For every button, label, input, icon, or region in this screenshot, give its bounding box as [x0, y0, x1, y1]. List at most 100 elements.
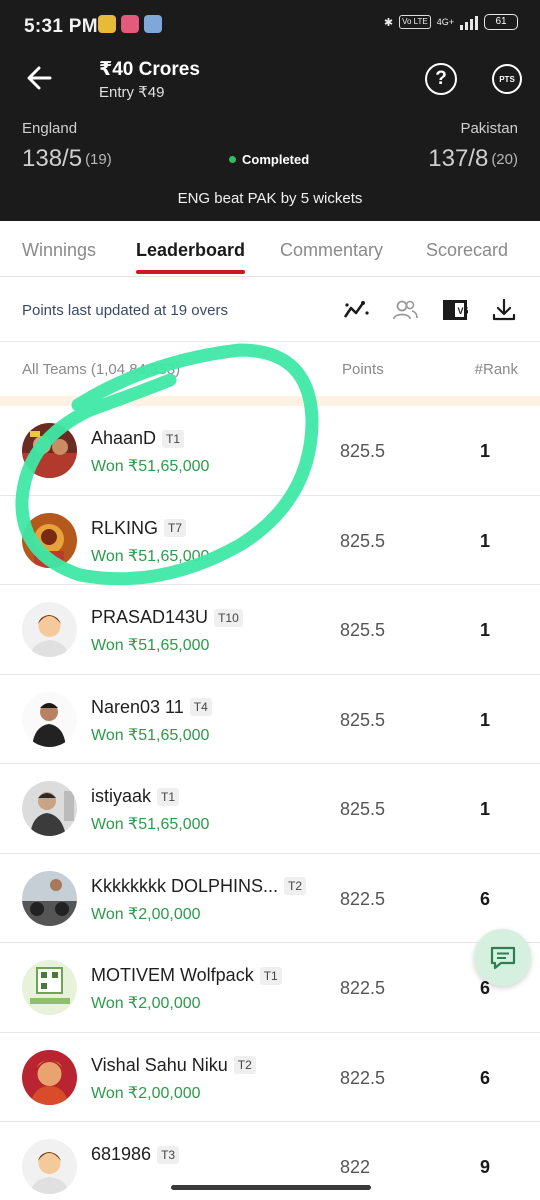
leaderboard-row[interactable]: RLKING T7 Won ₹51,65,000 825.5 1	[0, 495, 540, 585]
points-value: 825.5	[340, 530, 386, 551]
download-icon	[492, 298, 516, 321]
team-right-runs: 137/8	[428, 145, 489, 172]
team-right-name: Pakistan	[460, 120, 518, 137]
rank-value: 6	[479, 1067, 490, 1088]
rank-value: 1	[479, 441, 490, 461]
avatar	[22, 602, 77, 657]
leaderboard-row[interactable]: Naren03 11 T4 Won ₹51,65,000 825.5 1	[0, 674, 540, 764]
all-teams-count: All Teams (1,04,84,353)	[22, 361, 181, 378]
winning-amount: Won ₹51,65,000	[91, 458, 210, 475]
avatar	[22, 1139, 77, 1194]
rank-value: 1	[479, 799, 490, 819]
bluetooth-icon: ✱	[383, 16, 394, 29]
compare-badge: V5	[458, 306, 469, 316]
download-button[interactable]	[490, 296, 518, 324]
points-value: 825.5	[340, 620, 386, 640]
username-text: Vishal Sahu Niku	[91, 1054, 228, 1075]
points-value: 822	[340, 1157, 371, 1177]
leaderboard-row[interactable]: Vishal Sahu Niku T2 Won ₹2,00,000 822.5 6	[0, 1032, 540, 1122]
team-left-name: England	[22, 120, 78, 137]
avatar	[22, 512, 77, 568]
match-status-label: Completed	[242, 152, 310, 167]
points-value: 822.5	[340, 1067, 386, 1088]
status-bar: 5:31 PM ✱ Vo LTE 4G+ 61	[0, 0, 540, 52]
versus-button[interactable]: V5	[441, 296, 469, 324]
contest-title: ₹40 Crores	[99, 59, 200, 80]
rank-column-header: #Rank	[474, 361, 518, 378]
leaderboard-list: AhaanD T1 Won ₹51,65,000 825.5 1 RLKING T7…	[0, 406, 540, 1200]
avatar	[22, 1049, 77, 1105]
trend-icon	[343, 301, 369, 318]
back-button[interactable]	[22, 60, 58, 96]
team-tag: T10	[214, 608, 243, 627]
contest-tabs: Winnings Leaderboard Commentary Scorecar…	[0, 221, 540, 277]
username: Vishal Sahu Niku T2	[91, 1055, 256, 1076]
help-button[interactable]: ?	[425, 63, 457, 95]
signal-icon	[460, 14, 478, 30]
username-text: AhaanD	[91, 428, 157, 448]
tab-commentary[interactable]: Commentary	[280, 240, 383, 261]
compare-users-button[interactable]	[391, 296, 419, 324]
leaderboard-row[interactable]: PRASAD143U T10 Won ₹51,65,000 825.5 1	[0, 585, 540, 675]
team-tag: T1	[259, 966, 282, 985]
points-value: 825.5	[340, 709, 386, 730]
match-status: Completed	[229, 152, 309, 167]
winning-amount: Won ₹2,00,000	[91, 1084, 201, 1102]
winning-amount: Won ₹2,00,000	[91, 905, 201, 923]
leaderboard-row[interactable]: AhaanD T1 Won ₹51,65,000 825.5 1	[0, 406, 540, 496]
username: MOTIVEM Wolfpack T1	[91, 965, 282, 986]
username: RLKING T7	[91, 518, 187, 539]
winning-amount: Won ₹51,65,000	[91, 726, 210, 744]
username: istiyaak T1	[91, 786, 180, 807]
leaderboard-row[interactable]: Kkkkkkkk DOLPHINS... T2 Won ₹2,00,000 822…	[0, 853, 540, 943]
leaderboard-row[interactable]: istiyaak T1 Won ₹51,65,000 825.5 1	[0, 764, 540, 854]
username-text: Kkkkkkkk DOLPHINS...	[91, 875, 279, 896]
active-tab-indicator	[136, 270, 245, 274]
leaderboard-row[interactable]: MOTIVEM Wolfpack T1 Won ₹2,00,000 822.5 6	[0, 943, 540, 1033]
points-system-button[interactable]: PTS	[492, 64, 522, 94]
notification-app-icon	[144, 15, 162, 33]
volte-badge: Vo LTE	[399, 15, 431, 29]
points-column-header: Points	[342, 361, 384, 378]
team-tag: T1	[157, 787, 180, 806]
team-left-score: 138/5 (19)	[22, 145, 112, 173]
rank-value: 6	[479, 888, 490, 909]
username-text: Naren03 11	[91, 696, 184, 717]
team-tag: T3	[157, 1145, 180, 1164]
status-indicators: ✱ Vo LTE 4G+ 61	[384, 14, 518, 30]
avatar	[22, 870, 77, 926]
notification-app-icon	[98, 15, 116, 33]
rank-value: 9	[479, 1157, 490, 1177]
team-right-overs: (20)	[491, 151, 518, 168]
avatar	[22, 691, 77, 747]
pts-circle-icon: PTS	[499, 74, 515, 84]
team-tag: T1	[162, 429, 185, 448]
trend-button[interactable]	[342, 296, 370, 324]
team-tag: T2	[284, 877, 307, 895]
chat-icon	[490, 946, 515, 969]
tab-winnings[interactable]: Winnings	[22, 240, 96, 261]
rank-value: 1	[479, 530, 490, 551]
users-compare-icon	[393, 300, 418, 320]
team-tag: T7	[164, 519, 187, 537]
status-time: 5:31 PM	[24, 16, 98, 37]
username: AhaanD T1	[91, 428, 185, 449]
chat-button[interactable]	[474, 929, 531, 986]
winning-amount: Won ₹51,65,000	[91, 637, 210, 654]
tab-scorecard[interactable]: Scorecard	[426, 240, 508, 261]
username: PRASAD143U T10	[91, 607, 243, 628]
rank-value: 1	[479, 709, 490, 730]
username-text: PRASAD143U	[91, 607, 209, 627]
rank-value: 1	[479, 620, 490, 640]
winning-amount: Won ₹51,65,000	[91, 547, 210, 565]
arrow-left-icon	[27, 66, 52, 90]
tab-leaderboard[interactable]: Leaderboard	[136, 240, 245, 261]
winning-amount: Won ₹51,65,000	[91, 816, 210, 833]
team-left-runs: 138/5	[22, 145, 83, 172]
status-app-icons	[98, 15, 162, 33]
avatar	[22, 960, 77, 1015]
leaderboard-info-bar: Points last updated at 19 overs V5	[0, 278, 540, 342]
winning-amount: Won ₹2,00,000	[91, 995, 201, 1012]
username-text: istiyaak	[91, 786, 152, 806]
points-value: 822.5	[340, 978, 386, 998]
